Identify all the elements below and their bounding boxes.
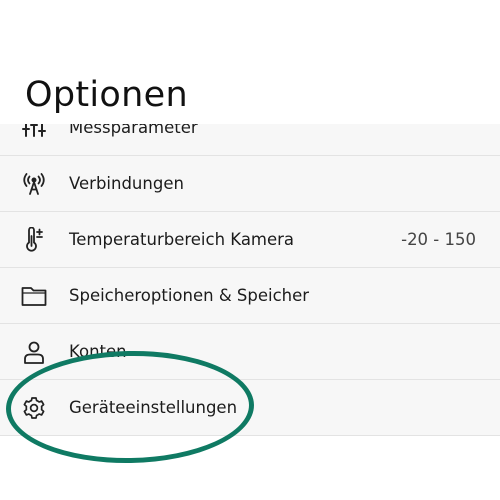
options-list: Messparameter Verbindungen Temperaturber… bbox=[0, 100, 500, 436]
folder-icon bbox=[20, 283, 48, 309]
menu-item-speicheroptionen[interactable]: Speicheroptionen & Speicher bbox=[0, 268, 500, 324]
menu-item-verbindungen[interactable]: Verbindungen bbox=[0, 156, 500, 212]
thermometer-icon bbox=[20, 227, 48, 253]
menu-item-label: Temperaturbereich Kamera bbox=[69, 230, 295, 249]
menu-item-label: Konten bbox=[69, 342, 127, 361]
temperature-range-value: -20 - 150 bbox=[401, 230, 476, 249]
empty-area bbox=[0, 436, 500, 500]
menu-item-label: Geräteeinstellungen bbox=[69, 398, 238, 417]
antenna-icon bbox=[20, 171, 48, 197]
gear-icon bbox=[20, 395, 48, 421]
menu-item-label: Verbindungen bbox=[69, 174, 184, 193]
person-icon bbox=[20, 339, 48, 365]
menu-item-geraeteeinstellungen[interactable]: Geräteeinstellungen bbox=[0, 380, 500, 436]
menu-item-konten[interactable]: Konten bbox=[0, 324, 500, 380]
menu-item-temperaturbereich-kamera[interactable]: Temperaturbereich Kamera -20 - 150 bbox=[0, 212, 500, 268]
menu-item-label: Speicheroptionen & Speicher bbox=[69, 286, 310, 305]
page-title: Optionen bbox=[25, 75, 188, 115]
